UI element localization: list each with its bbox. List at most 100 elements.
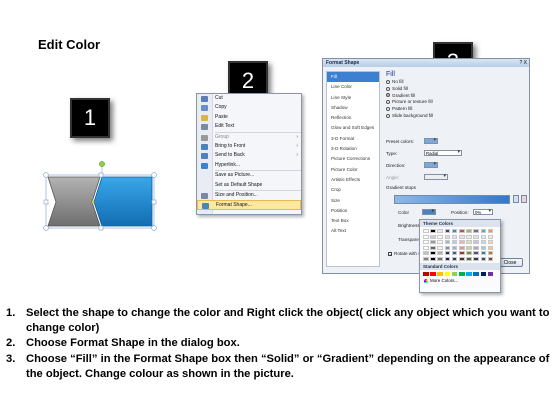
- color-swatch[interactable]: [480, 234, 487, 239]
- menu-item-copy[interactable]: Copy: [197, 103, 301, 112]
- color-swatch[interactable]: [473, 245, 479, 250]
- menu-item-group[interactable]: Group ›: [197, 133, 301, 142]
- color-swatch[interactable]: [458, 245, 465, 250]
- radio-button[interactable]: [386, 93, 390, 98]
- color-swatch[interactable]: [437, 240, 443, 245]
- nav-item-picture-color[interactable]: Picture Color: [327, 165, 379, 175]
- color-swatch[interactable]: [487, 271, 494, 276]
- color-swatch[interactable]: [423, 240, 429, 245]
- nav-item-picture-corrections[interactable]: Picture Corrections: [327, 154, 379, 164]
- nav-item-crop[interactable]: Crop: [327, 185, 379, 195]
- nav-item-line-color[interactable]: Line Color: [327, 82, 379, 92]
- fill-option-pattern-fill[interactable]: Pattern fill: [384, 106, 527, 113]
- menu-item-send-to-back[interactable]: Send to Back ›: [197, 151, 301, 160]
- color-swatch[interactable]: [444, 251, 451, 256]
- menu-item-bring-to-front[interactable]: Bring to Front ›: [197, 142, 301, 151]
- nav-item-alt-text[interactable]: Alt Text: [327, 226, 379, 236]
- color-swatch[interactable]: [444, 245, 451, 250]
- fill-option-solid-fill[interactable]: Solid fill: [384, 86, 527, 93]
- menu-item-cut[interactable]: Cut: [197, 94, 301, 103]
- color-swatch[interactable]: [444, 271, 451, 276]
- color-swatch[interactable]: [466, 245, 472, 250]
- color-swatch[interactable]: [451, 245, 458, 250]
- fill-option-gradient-fill[interactable]: Gradient fill: [384, 93, 527, 100]
- type-combo[interactable]: Radial: [424, 150, 462, 156]
- color-swatch[interactable]: [430, 245, 436, 250]
- menu-item-save-as-picture[interactable]: Save as Picture...: [197, 171, 301, 180]
- color-swatch[interactable]: [480, 245, 487, 250]
- color-swatch[interactable]: [437, 256, 443, 261]
- color-swatch[interactable]: [466, 271, 472, 276]
- nav-item-shadow[interactable]: Shadow: [327, 103, 379, 113]
- color-swatch[interactable]: [437, 245, 443, 250]
- color-swatch[interactable]: [430, 240, 436, 245]
- color-swatch[interactable]: [487, 234, 494, 239]
- nav-item-3-d-rotation[interactable]: 3-D Rotation: [327, 144, 379, 154]
- radio-button[interactable]: [386, 86, 390, 91]
- fill-option-picture-or-texture-fill[interactable]: Picture or texture fill: [384, 99, 527, 106]
- menu-item-hyperlink[interactable]: Hyperlink...: [197, 161, 301, 170]
- color-swatch[interactable]: [444, 240, 451, 245]
- color-swatch[interactable]: [473, 240, 479, 245]
- color-picker-button[interactable]: [422, 209, 436, 215]
- color-swatch[interactable]: [466, 229, 472, 233]
- color-swatch[interactable]: [480, 256, 487, 261]
- nav-item-position[interactable]: Position: [327, 206, 379, 216]
- color-swatch[interactable]: [458, 251, 465, 256]
- fill-option-no-fill[interactable]: No fill: [384, 79, 527, 86]
- dialog-window-buttons[interactable]: ? X: [519, 60, 527, 66]
- selected-shape-group[interactable]: [40, 160, 166, 240]
- color-swatch[interactable]: [430, 234, 436, 239]
- remove-stop-icon[interactable]: [521, 195, 527, 203]
- radio-button[interactable]: [386, 113, 390, 118]
- color-swatch[interactable]: [458, 234, 465, 239]
- color-swatch[interactable]: [423, 229, 429, 233]
- color-swatch[interactable]: [423, 256, 429, 261]
- color-swatch[interactable]: [430, 229, 436, 233]
- angle-stepper[interactable]: [424, 174, 448, 180]
- fill-option-slide-background-fill[interactable]: Slide background fill: [384, 113, 527, 120]
- color-swatch[interactable]: [451, 240, 458, 245]
- color-swatch[interactable]: [437, 234, 443, 239]
- color-swatch[interactable]: [473, 251, 479, 256]
- radio-button[interactable]: [386, 100, 390, 105]
- direction-combo[interactable]: [424, 162, 438, 168]
- more-colors-item[interactable]: More Colors...: [420, 278, 500, 284]
- color-swatch[interactable]: [444, 256, 451, 261]
- color-swatch[interactable]: [444, 229, 451, 233]
- color-swatch[interactable]: [430, 256, 436, 261]
- color-swatch[interactable]: [451, 256, 458, 261]
- menu-item-set-as-default-shape[interactable]: Set as Default Shape: [197, 181, 301, 190]
- color-swatch[interactable]: [423, 251, 429, 256]
- color-swatch[interactable]: [487, 256, 494, 261]
- nav-item-3-d-format[interactable]: 3-D Format: [327, 134, 379, 144]
- color-swatch[interactable]: [487, 229, 494, 233]
- color-swatch[interactable]: [423, 271, 429, 276]
- color-swatch[interactable]: [458, 229, 465, 233]
- position-stepper[interactable]: 0%: [473, 209, 493, 215]
- color-swatch[interactable]: [458, 271, 465, 276]
- color-swatch[interactable]: [423, 245, 429, 250]
- color-swatch[interactable]: [451, 251, 458, 256]
- color-swatch[interactable]: [487, 251, 494, 256]
- nav-item-reflection[interactable]: Reflection: [327, 113, 379, 123]
- color-swatch[interactable]: [444, 234, 451, 239]
- color-swatch[interactable]: [473, 229, 479, 233]
- menu-item-paste[interactable]: Paste: [197, 113, 301, 122]
- color-swatch[interactable]: [437, 271, 443, 276]
- color-swatch[interactable]: [466, 251, 472, 256]
- color-swatch[interactable]: [437, 229, 443, 233]
- preset-colors-combo[interactable]: [424, 138, 438, 144]
- color-swatch[interactable]: [430, 251, 436, 256]
- color-swatch[interactable]: [466, 234, 472, 239]
- color-swatch[interactable]: [458, 240, 465, 245]
- color-swatch[interactable]: [451, 271, 458, 276]
- color-swatch[interactable]: [480, 240, 487, 245]
- color-swatch[interactable]: [423, 234, 429, 239]
- color-swatch[interactable]: [473, 256, 479, 261]
- gradient-stops-bar[interactable]: [394, 195, 510, 204]
- color-swatch[interactable]: [473, 271, 479, 276]
- color-swatch[interactable]: [466, 256, 472, 261]
- color-swatch[interactable]: [487, 245, 494, 250]
- color-swatch[interactable]: [458, 256, 465, 261]
